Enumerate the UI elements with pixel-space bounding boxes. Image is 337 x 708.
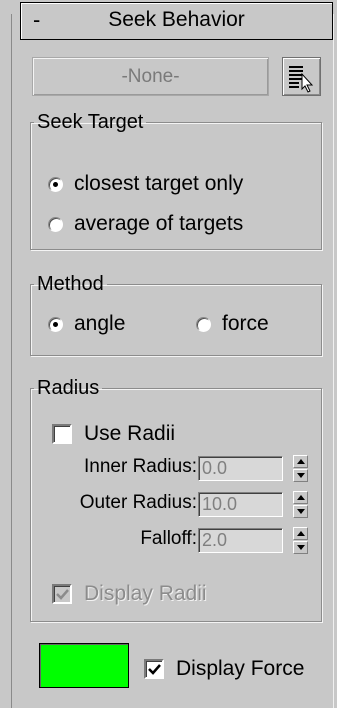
radio-closest-target[interactable]: closest target only — [48, 172, 243, 196]
checkbox[interactable] — [144, 659, 164, 679]
falloff-field[interactable]: 2.0 — [198, 528, 283, 553]
outer-radius-label: Outer Radius: — [79, 492, 197, 513]
pick-target-button[interactable]: -None- — [32, 57, 269, 96]
rollout-header[interactable]: - Seek Behavior — [20, 2, 333, 40]
rollout-border-left — [11, 14, 12, 708]
inner-radius-label: Inner Radius: — [83, 456, 197, 477]
inner-radius-spinner[interactable] — [293, 455, 308, 482]
select-from-list-icon — [289, 66, 314, 93]
outer-radius-spinner[interactable] — [293, 491, 308, 518]
spinner-up-icon[interactable] — [293, 455, 308, 468]
radio-label: closest target only — [74, 172, 244, 195]
rollout-title: Seek Behavior — [108, 8, 245, 31]
radio-button[interactable] — [48, 176, 63, 192]
radio-force[interactable]: force — [196, 312, 269, 336]
display-force-checkbox[interactable]: Display Force — [144, 657, 304, 681]
radio-label: force — [222, 312, 269, 335]
inner-radius-field[interactable]: 0.0 — [198, 456, 283, 481]
falloff-spinner[interactable] — [293, 527, 308, 554]
method-title: Method — [37, 273, 104, 295]
radio-button[interactable] — [196, 316, 211, 332]
spinner-down-icon[interactable] — [293, 541, 308, 554]
radio-average-targets[interactable]: average of targets — [48, 212, 243, 236]
checkbox[interactable] — [52, 424, 72, 444]
outer-radius-field[interactable]: 10.0 — [198, 492, 283, 517]
falloff-label: Falloff: — [140, 528, 197, 549]
display-radii-checkbox[interactable]: Display Radii — [52, 582, 207, 606]
spinner-up-icon[interactable] — [293, 527, 308, 540]
checkbox[interactable] — [52, 584, 72, 604]
checkbox-label: Display Force — [176, 657, 305, 680]
radio-angle-main[interactable]: angle — [48, 312, 125, 336]
radio-button[interactable] — [48, 216, 63, 232]
check-icon — [56, 589, 69, 600]
select-by-name-button[interactable] — [282, 57, 321, 96]
check-icon — [148, 664, 161, 675]
radio-button[interactable] — [48, 316, 63, 332]
use-radii-checkbox[interactable]: Use Radii — [52, 422, 175, 446]
radio-label: average of targets — [74, 212, 244, 235]
seek-target-title: Seek Target — [37, 111, 144, 133]
radio-label: angle — [74, 312, 126, 335]
spinner-down-icon[interactable] — [293, 505, 308, 518]
checkbox-label: Display Radii — [84, 582, 207, 605]
spinner-up-icon[interactable] — [293, 491, 308, 504]
radius-title: Radius — [37, 377, 100, 399]
force-color-swatch[interactable] — [39, 643, 129, 688]
rollout-border-right — [333, 14, 334, 708]
checkbox-label: Use Radii — [84, 422, 176, 445]
spinner-down-icon[interactable] — [293, 469, 308, 482]
